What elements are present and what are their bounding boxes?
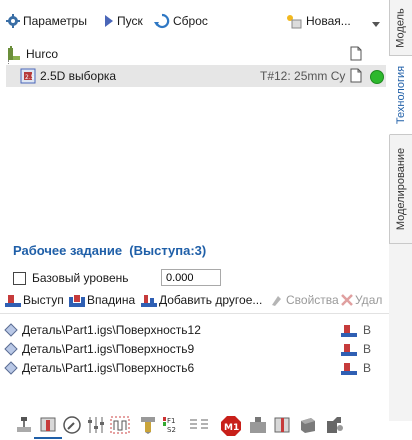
tool-icon-strip: F1 S2 M1 [0, 205, 389, 439]
tree-op-tool: T#12: 25mm Cу [260, 69, 346, 83]
boss-icon [341, 342, 357, 356]
params-label: Параметры [23, 14, 87, 28]
chevron-down-icon [371, 17, 380, 27]
add-pocket-button[interactable]: Впадина [69, 292, 135, 308]
fixture-icon[interactable] [248, 415, 268, 435]
add-boss-button[interactable]: Выступ [5, 292, 64, 308]
list-item[interactable]: Деталь\Part1.igs\Поверхность6 В [4, 359, 386, 377]
base-level-checkbox[interactable] [13, 271, 26, 285]
machine-sim-icon[interactable] [324, 415, 344, 435]
tab-model-label: Модель [395, 7, 408, 48]
new-label: Новая... [306, 14, 351, 28]
tab-model[interactable]: Модель [389, 0, 412, 56]
links-icon[interactable] [188, 415, 208, 435]
right-tab-strip: Модель Технология Моделирование [389, 0, 412, 421]
start-label: Пуск [117, 14, 143, 28]
boss-icon [341, 361, 357, 375]
delete-icon [341, 294, 353, 306]
tab-simulation-label: Моделирование [395, 147, 407, 231]
reset-button[interactable]: Сброс [154, 11, 208, 31]
boss-label: Выступ [23, 293, 64, 307]
base-level-label: Базовый уровень [32, 271, 129, 285]
svg-text:2.5: 2.5 [25, 74, 35, 81]
new-icon [285, 13, 303, 29]
add-other-button[interactable]: Добавить другое... [141, 292, 262, 308]
base-level-row: Базовый уровень [13, 271, 129, 285]
svg-text:S2: S2 [167, 426, 176, 434]
surface-icon [4, 342, 18, 356]
m1-icon[interactable]: M1 [220, 415, 241, 436]
refresh-icon [154, 13, 170, 29]
feature-label: Деталь\Part1.igs\Поверхность12 [22, 323, 201, 337]
tree-root-hurco[interactable]: Hurco [6, 44, 386, 64]
feature-label: Деталь\Part1.igs\Поверхность9 [22, 342, 195, 356]
sliders-icon[interactable] [86, 415, 106, 435]
feature-col: В [363, 342, 372, 356]
add-other-icon [141, 293, 157, 307]
surface-icon [4, 323, 18, 337]
stock-icon[interactable] [14, 415, 34, 435]
boss-icon [5, 293, 21, 307]
tab-simulation[interactable]: Моделирование [389, 135, 412, 244]
boss-icon [341, 323, 357, 337]
params-button[interactable]: Параметры [6, 11, 87, 31]
surface-icon [4, 361, 18, 375]
tree-op-2d-pocket[interactable]: 2.5 2.5D выборка T#12: 25mm Cу [6, 65, 386, 87]
status-green-icon [370, 70, 384, 84]
feeds-icon[interactable]: F1 S2 [162, 415, 182, 435]
base-level-input[interactable] [161, 269, 221, 286]
feature-label: Деталь\Part1.igs\Поверхность6 [22, 361, 195, 375]
job-title: Рабочее задание (Выступа:3) [13, 243, 207, 258]
properties-button[interactable]: Свойства [270, 292, 339, 308]
tab-technology-label: Технология [395, 65, 408, 125]
feature-col: В [363, 323, 372, 337]
properties-icon [270, 293, 284, 307]
stock-display-icon[interactable] [272, 415, 292, 435]
play-icon [104, 14, 114, 28]
tree-root-label: Hurco [26, 47, 59, 61]
properties-label: Свойства [286, 293, 339, 307]
start-button[interactable]: Пуск [104, 11, 143, 31]
svg-text:M1: M1 [224, 423, 239, 433]
document-icon [350, 68, 362, 83]
tree-op-label: 2.5D выборка [40, 69, 117, 83]
new-dropdown[interactable]: Новая... [285, 11, 380, 31]
list-item[interactable]: Деталь\Part1.igs\Поверхность9 В [4, 340, 386, 358]
compass-icon[interactable] [62, 415, 82, 435]
job-icon[interactable] [34, 415, 62, 439]
solid-icon[interactable] [298, 415, 318, 435]
gear-icon [6, 14, 20, 28]
pocket-op-icon: 2.5 [20, 68, 36, 84]
delete-button[interactable]: Удал [341, 292, 389, 308]
tab-technology[interactable]: Технология [389, 56, 412, 135]
feature-col: В [363, 361, 372, 375]
tool-icon[interactable] [138, 415, 158, 435]
pocket-label: Впадина [87, 293, 136, 307]
pocket-icon [69, 293, 85, 307]
delete-label: Удал [355, 293, 383, 307]
toolpath-icon[interactable] [110, 415, 130, 435]
svg-text:F1: F1 [167, 417, 175, 425]
document-icon [350, 46, 362, 61]
add-other-label: Добавить другое... [159, 293, 263, 307]
list-item[interactable]: Деталь\Part1.igs\Поверхность12 В [4, 321, 386, 339]
reset-label: Сброс [173, 14, 208, 28]
